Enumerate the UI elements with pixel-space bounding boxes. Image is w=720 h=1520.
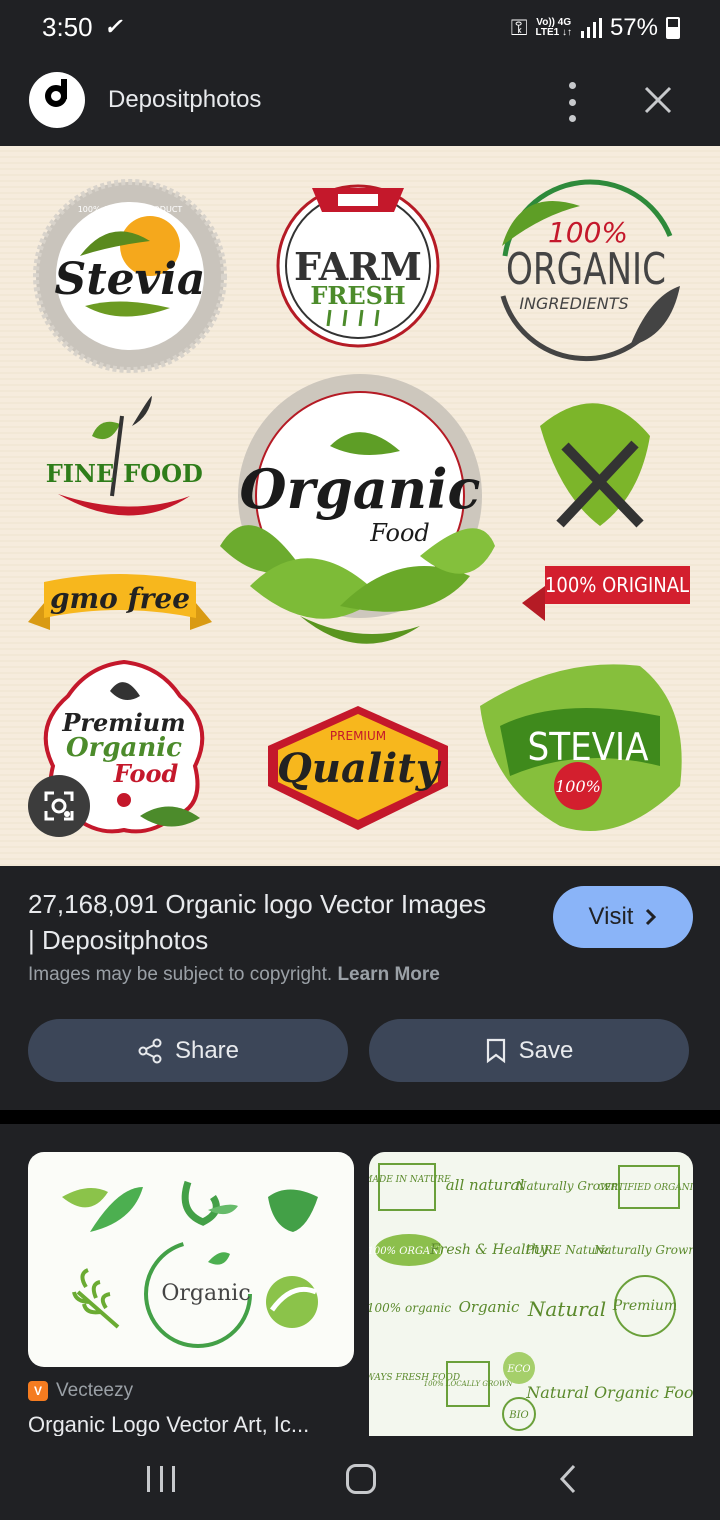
organic-logo-thumbnail: Organic: [62, 1180, 318, 1348]
svg-text:Premium: Premium: [612, 1298, 677, 1314]
svg-text:Quality: Quality: [277, 745, 442, 792]
svg-text:100% LOCALLY GROWN: 100% LOCALLY GROWN: [424, 1380, 514, 1388]
back-icon[interactable]: [554, 1464, 584, 1494]
related-image-2[interactable]: MADE IN NATURE all natural Naturally Gro…: [369, 1152, 693, 1436]
clock: 3:50: [42, 12, 93, 42]
svg-text:Stevia: Stevia: [55, 254, 206, 305]
svg-text:FRESH: FRESH: [310, 281, 405, 310]
recent-apps-icon[interactable]: [147, 1466, 175, 1492]
svg-text:BIO: BIO: [508, 1410, 529, 1421]
related-title[interactable]: Organic Logo Vector Art, Ic...: [28, 1412, 348, 1436]
svg-text:100% ORGANIC PRODUCT: 100% ORGANIC PRODUCT: [78, 205, 183, 214]
related-source[interactable]: V Vecteezy: [28, 1380, 133, 1402]
system-nav-bar: [0, 1436, 720, 1520]
svg-text:ECO: ECO: [506, 1364, 530, 1375]
result-title[interactable]: 27,168,091 Organic logo Vector Images | …: [28, 886, 498, 958]
close-icon[interactable]: [640, 82, 676, 118]
stevia-badge: Stevia 100% ORGANIC PRODUCT: [33, 179, 227, 373]
svg-text:Food: Food: [369, 519, 430, 547]
related-image-1[interactable]: Organic: [28, 1152, 354, 1367]
visit-button[interactable]: Visit: [553, 886, 693, 948]
site-logo-icon[interactable]: [29, 72, 85, 128]
key-icon: ⚿: [510, 15, 528, 40]
result-info: 27,168,091 Organic logo Vector Images | …: [0, 866, 720, 1110]
more-options-icon[interactable]: [560, 82, 584, 122]
signal-icon: [580, 18, 602, 38]
share-button[interactable]: Share: [28, 1019, 348, 1082]
section-divider: [0, 1110, 720, 1124]
battery-icon: [666, 17, 680, 39]
nfc-icon: ✓: [104, 14, 123, 39]
home-icon[interactable]: [346, 1464, 376, 1494]
svg-text:100%: 100%: [555, 777, 601, 796]
svg-text:STEVIA: STEVIA: [527, 725, 649, 769]
status-bar: 3:50 ✓ ⚿ Vo)) 4G LTE1 ↓↑ 57%: [0, 0, 720, 56]
preview-image[interactable]: Stevia 100% ORGANIC PRODUCT FARM FRESH 1…: [0, 146, 720, 866]
farm-fresh-badge: FARM FRESH: [276, 184, 440, 348]
svg-text:Naturally Grown: Naturally Grown: [593, 1243, 693, 1257]
svg-text:CERTIFIED ORGANIC: CERTIFIED ORGANIC: [598, 1183, 693, 1193]
organic-logos-illustration: Stevia 100% ORGANIC PRODUCT FARM FRESH 1…: [0, 146, 720, 866]
vecteezy-icon: V: [28, 1381, 48, 1401]
viewer-header: Depositphotos: [0, 56, 720, 146]
svg-text:MADE IN NATURE: MADE IN NATURE: [369, 1175, 451, 1185]
svg-text:100% organic: 100% organic: [369, 1301, 451, 1315]
bookmark-icon: [486, 1038, 505, 1063]
svg-text:Organic: Organic: [240, 457, 481, 521]
svg-text:all natural: all natural: [446, 1176, 525, 1194]
svg-text:INGREDIENTS: INGREDIENTS: [519, 294, 628, 313]
svg-text:FOOD: FOOD: [123, 459, 203, 488]
status-icons: ⚿ Vo)) 4G LTE1 ↓↑ 57%: [511, 14, 680, 42]
svg-text:Food: Food: [113, 759, 179, 788]
svg-text:ORGANIC: ORGANIC: [506, 244, 666, 295]
svg-text:100% ORIGINAL: 100% ORIGINAL: [545, 573, 689, 597]
natural-labels-thumbnail: MADE IN NATURE all natural Naturally Gro…: [369, 1163, 693, 1431]
battery-percent: 57%: [609, 14, 658, 41]
site-name[interactable]: Depositphotos: [108, 86, 261, 114]
svg-text:Natural: Natural: [527, 1297, 606, 1321]
google-lens-icon[interactable]: [28, 775, 90, 837]
svg-text:gmo free: gmo free: [50, 582, 190, 615]
chevron-right-icon: [646, 908, 657, 926]
svg-text:Organic: Organic: [161, 1281, 250, 1306]
svg-text:Organic: Organic: [459, 1298, 520, 1316]
share-icon: [138, 1038, 162, 1063]
copyright-notice: Images may be subject to copyright. Lear…: [28, 964, 440, 985]
svg-text:PREMIUM: PREMIUM: [330, 729, 386, 743]
learn-more-link[interactable]: Learn More: [337, 964, 439, 985]
svg-text:100% ORGANIC PRODUCT: 100% ORGANIC PRODUCT: [295, 416, 427, 427]
svg-text:FINE: FINE: [46, 459, 115, 488]
svg-text:Natural Organic Food: Natural Organic Food: [525, 1383, 693, 1402]
related-results: Organic V Vecteezy Organic Logo Vector A…: [0, 1124, 720, 1436]
save-button[interactable]: Save: [369, 1019, 689, 1082]
network-label: Vo)) 4G LTE1 ↓↑: [535, 17, 572, 38]
